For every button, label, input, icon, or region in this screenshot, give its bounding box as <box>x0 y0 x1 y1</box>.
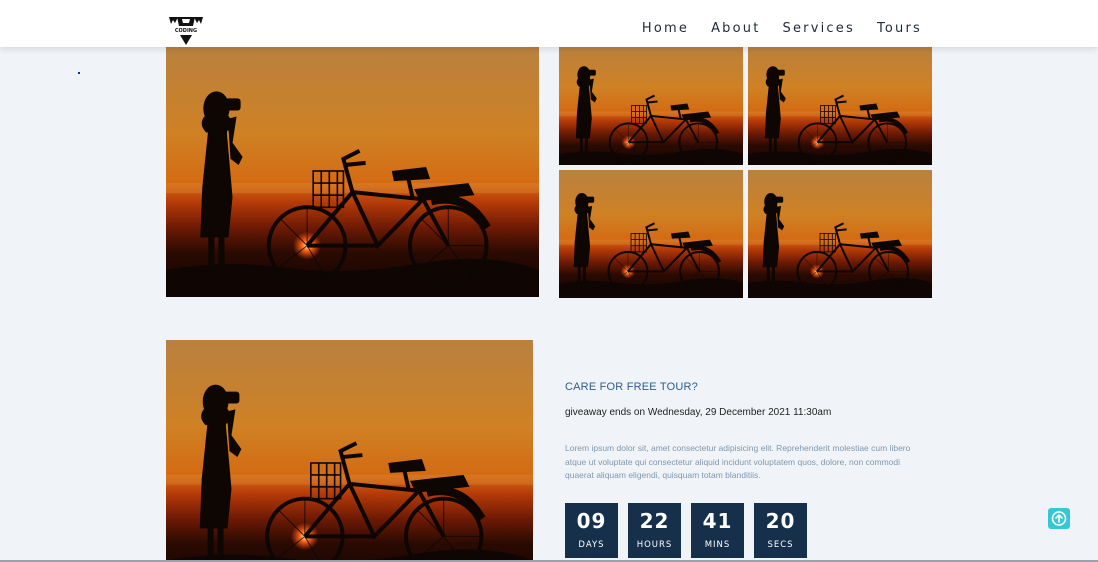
photo-sunset-girl-bicycle-icon <box>559 170 743 298</box>
main-nav: Home About Services Tours <box>642 21 922 36</box>
photo-sunset-girl-bicycle-icon <box>166 47 539 297</box>
countdown-days: 09 DAYS <box>565 503 618 558</box>
photo-sunset-girl-bicycle-icon <box>559 47 743 165</box>
countdown-secs-value: 20 <box>765 509 796 533</box>
countdown-hours-value: 22 <box>639 509 670 533</box>
decorative-dot <box>78 72 80 74</box>
nav-link-tours[interactable]: Tours <box>877 21 922 36</box>
logo-wordmark: CODING <box>175 28 197 34</box>
gallery-photo-thumb-4[interactable] <box>748 170 932 298</box>
countdown-mins-label: MINS <box>704 540 731 550</box>
nav-link-home[interactable]: Home <box>642 21 689 36</box>
photo-sunset-girl-bicycle-icon <box>748 170 932 298</box>
gallery-photo-main[interactable] <box>166 47 539 297</box>
countdown-days-label: DAYS <box>578 540 605 550</box>
tour-photo <box>166 340 533 562</box>
photo-sunset-girl-bicycle-icon <box>166 340 533 562</box>
nav-link-services[interactable]: Services <box>783 21 855 36</box>
countdown-timer: 09 DAYS 22 HOURS 41 MINS 20 SECS <box>565 503 807 558</box>
countdown-days-value: 09 <box>576 509 607 533</box>
countdown-hours-label: HOURS <box>636 540 673 550</box>
site-logo[interactable]: CODING <box>168 14 204 46</box>
scroll-to-top-button[interactable] <box>1048 508 1070 529</box>
countdown-mins-value: 41 <box>702 509 733 533</box>
tour-heading: CARE FOR FREE TOUR? <box>565 381 698 393</box>
giveaway-deadline: giveaway ends on Wednesday, 29 December … <box>565 407 832 418</box>
tour-description: Lorem ipsum dolor sit, amet consectetur … <box>565 443 911 480</box>
countdown-secs-label: SECS <box>767 540 794 550</box>
gallery-photo-thumb-3[interactable] <box>559 170 743 298</box>
nav-link-about[interactable]: About <box>711 21 760 36</box>
countdown-secs: 20 SECS <box>754 503 807 558</box>
photo-sunset-girl-bicycle-icon <box>748 47 932 165</box>
countdown-mins: 41 MINS <box>691 503 744 558</box>
arrow-up-icon <box>1051 511 1067 526</box>
navbar: CODING Home About Services Tours <box>0 0 1098 47</box>
countdown-hours: 22 HOURS <box>628 503 681 558</box>
gallery-photo-thumb-1[interactable] <box>559 47 743 165</box>
gallery-photo-thumb-2[interactable] <box>748 47 932 165</box>
